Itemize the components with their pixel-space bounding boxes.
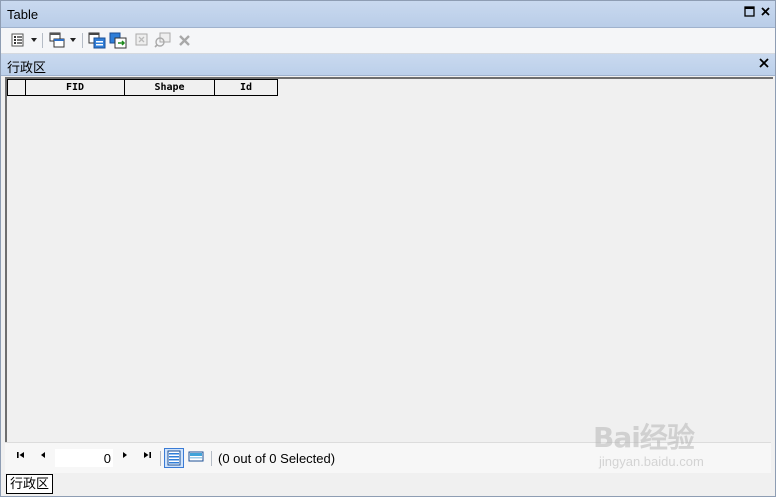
maximize-icon[interactable] — [742, 6, 756, 20]
column-header-shape[interactable]: Shape — [125, 79, 215, 96]
tab-layer[interactable]: 行政区 — [6, 474, 54, 494]
row-selector-header[interactable] — [7, 79, 26, 96]
close-icon[interactable] — [758, 6, 772, 20]
navbar-separator — [160, 451, 161, 466]
watermark-url: jingyan.baidu.com — [599, 454, 704, 469]
toolbar-separator — [42, 33, 43, 48]
table-options-icon[interactable] — [10, 31, 28, 49]
chevron-down-icon[interactable] — [70, 38, 76, 42]
attribute-table-grid[interactable]: FID Shape Id — [5, 77, 773, 443]
layer-name: 行政区 — [7, 60, 47, 75]
table-tab-bar: 行政区 — [1, 473, 775, 496]
show-all-records-button[interactable] — [164, 448, 184, 468]
layer-tab-header: 行政区 — [1, 54, 775, 76]
last-record-icon[interactable] — [139, 450, 155, 466]
clear-selection-icon — [133, 31, 151, 49]
column-header-fid[interactable]: FID — [26, 79, 125, 96]
delete-selected-icon — [176, 31, 194, 49]
column-header-row: FID Shape Id — [7, 79, 278, 96]
previous-record-icon[interactable] — [35, 450, 51, 466]
table-window: Table 行政区 FID Shape Id 0 (0 out of 0 Sel… — [0, 0, 776, 497]
window-titlebar: Table — [1, 1, 775, 28]
toolbar-separator — [82, 33, 83, 48]
related-tables-icon[interactable] — [48, 31, 66, 49]
navbar-separator — [211, 451, 212, 466]
selection-status-text: (0 out of 0 Selected) — [218, 451, 336, 466]
select-by-attributes-icon[interactable] — [88, 31, 106, 49]
show-selected-records-button[interactable] — [187, 448, 207, 468]
next-record-icon[interactable] — [117, 450, 133, 466]
window-title: Table — [7, 7, 39, 22]
watermark-logo: Bai经验 — [593, 421, 695, 454]
column-header-id[interactable]: Id — [215, 79, 278, 96]
current-record-input[interactable] — [55, 449, 113, 467]
first-record-icon[interactable] — [13, 450, 29, 466]
watermark: Bai经验 jingyan.baidu.com — [593, 416, 763, 476]
close-icon[interactable] — [759, 56, 769, 71]
chevron-down-icon[interactable] — [31, 38, 37, 42]
table-toolbar — [1, 28, 775, 54]
switch-selection-icon[interactable] — [109, 31, 127, 49]
zoom-to-selected-icon — [154, 31, 172, 49]
